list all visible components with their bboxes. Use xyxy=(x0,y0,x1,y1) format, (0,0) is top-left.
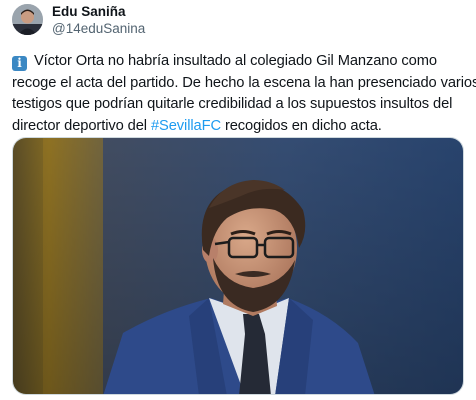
hashtag-link[interactable]: #SevillaFC xyxy=(151,118,221,134)
tweet-line-4: director deportivo del #SevillaFC recogi… xyxy=(12,116,468,138)
tweet-line-text: Víctor Orta no habría insultado al coleg… xyxy=(33,53,437,69)
author-handle[interactable]: @14eduSanina xyxy=(52,21,145,37)
tweet-media-photo[interactable] xyxy=(12,137,464,395)
information-icon: i xyxy=(12,56,27,71)
tweet-card: Edu Saniña @14eduSanina i Víctor Orta no… xyxy=(0,0,476,400)
tweet-line-1: i Víctor Orta no habría insultado al col… xyxy=(12,51,468,73)
tweet-line-suffix: recogidos en dicho acta. xyxy=(220,117,382,134)
author-name[interactable]: Edu Saniña xyxy=(52,4,126,20)
tweet-text: i Víctor Orta no habría insultado al col… xyxy=(12,51,476,138)
tweet-line-prefix: director deportivo del xyxy=(12,117,151,134)
author-avatar[interactable] xyxy=(12,4,43,35)
man-in-suit-photo-icon xyxy=(13,138,463,394)
tweet-line-2: recoge el acta del partido. De hecho la … xyxy=(12,74,476,91)
profile-photo-icon xyxy=(12,4,43,35)
tweet-line-3: testigos que podrían quitarle credibilid… xyxy=(12,96,453,112)
